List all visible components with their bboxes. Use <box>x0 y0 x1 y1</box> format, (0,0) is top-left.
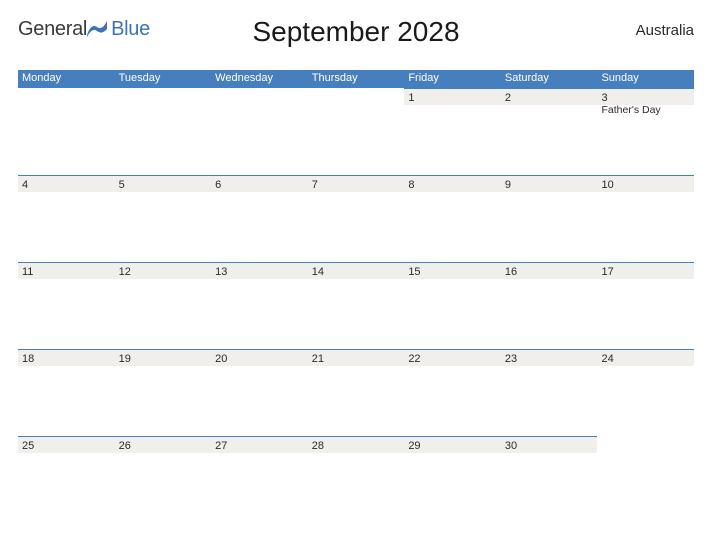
day-event: Father's Day <box>601 105 690 117</box>
day-number: 24 <box>601 353 690 365</box>
day-number: 6 <box>215 179 304 191</box>
calendar-day: 25 <box>18 436 115 523</box>
brand-part2: Blue <box>111 18 150 41</box>
day-number: 30 <box>505 440 594 452</box>
calendar-day: 23 <box>501 349 598 436</box>
day-number: 19 <box>119 353 208 365</box>
calendar-day: 10 <box>597 175 694 262</box>
calendar-day: 4 <box>18 175 115 262</box>
day-number: 25 <box>22 440 111 452</box>
day-number: 9 <box>505 179 594 191</box>
week-row: 456789 10 <box>18 175 694 262</box>
country-label: Australia <box>636 22 694 39</box>
calendar-day <box>211 88 308 175</box>
day-number: 17 <box>601 266 690 278</box>
day-number: 11 <box>22 266 111 278</box>
week-row: 11 12 13 14 15 16 17 <box>18 262 694 349</box>
calendar-day <box>597 436 694 523</box>
brand-part1: General <box>18 18 87 41</box>
calendar-day: 29 <box>404 436 501 523</box>
week-row: 123Father's Day <box>18 88 694 175</box>
calendar-day: 1 <box>404 88 501 175</box>
calendar-day: 24 <box>597 349 694 436</box>
calendar-day: 27 <box>211 436 308 523</box>
calendar-day: 14 <box>308 262 405 349</box>
day-number: 8 <box>408 179 497 191</box>
calendar-day: 5 <box>115 175 212 262</box>
day-number: 1 <box>408 92 497 104</box>
day-number: 3 <box>601 92 690 104</box>
calendar-day: 17 <box>597 262 694 349</box>
calendar-day: 28 <box>308 436 405 523</box>
calendar-day <box>308 88 405 175</box>
calendar-day: 13 <box>211 262 308 349</box>
day-number: 20 <box>215 353 304 365</box>
weekday-header: Wednesday <box>211 70 308 88</box>
calendar-day: 15 <box>404 262 501 349</box>
day-number: 13 <box>215 266 304 278</box>
calendar-day: 12 <box>115 262 212 349</box>
day-number: 18 <box>22 353 111 365</box>
day-number: 15 <box>408 266 497 278</box>
calendar-day: 6 <box>211 175 308 262</box>
calendar-day: 22 <box>404 349 501 436</box>
day-number: 5 <box>119 179 208 191</box>
weekday-header: Tuesday <box>115 70 212 88</box>
day-number: 22 <box>408 353 497 365</box>
calendar-day: 19 <box>115 349 212 436</box>
brand-wave-icon <box>87 21 107 37</box>
calendar-day <box>18 88 115 175</box>
weekday-header: Friday <box>404 70 501 88</box>
brand-logo: General Blue <box>18 18 150 41</box>
calendar-day: 2 <box>501 88 598 175</box>
calendar-day <box>115 88 212 175</box>
day-number: 16 <box>505 266 594 278</box>
day-number: 27 <box>215 440 304 452</box>
calendar-day: 3Father's Day <box>597 88 694 175</box>
day-number: 2 <box>505 92 594 104</box>
calendar-day: 21 <box>308 349 405 436</box>
calendar-day: 7 <box>308 175 405 262</box>
calendar-day: 30 <box>501 436 598 523</box>
calendar-day: 26 <box>115 436 212 523</box>
calendar: Monday Tuesday Wednesday Thursday Friday… <box>18 70 694 523</box>
day-number: 26 <box>119 440 208 452</box>
calendar-day: 8 <box>404 175 501 262</box>
day-number: 7 <box>312 179 401 191</box>
calendar-day: 9 <box>501 175 598 262</box>
day-number: 4 <box>22 179 111 191</box>
day-number: 21 <box>312 353 401 365</box>
calendar-day: 20 <box>211 349 308 436</box>
day-number: 29 <box>408 440 497 452</box>
weekday-header: Sunday <box>597 70 694 88</box>
weekday-header-row: Monday Tuesday Wednesday Thursday Friday… <box>18 70 694 88</box>
day-number: 10 <box>601 179 690 191</box>
week-row: 18 19 20 21 22 23 24 <box>18 349 694 436</box>
weekday-header: Thursday <box>308 70 405 88</box>
weeks-container: 123Father's Day4567891011121314151617181… <box>18 88 694 523</box>
day-number: 28 <box>312 440 401 452</box>
weekday-header: Monday <box>18 70 115 88</box>
calendar-day: 16 <box>501 262 598 349</box>
weekday-header: Saturday <box>501 70 598 88</box>
day-number: 23 <box>505 353 594 365</box>
calendar-day: 18 <box>18 349 115 436</box>
header: General Blue September 2028 Australia <box>18 12 694 64</box>
calendar-day: 11 <box>18 262 115 349</box>
day-number: 14 <box>312 266 401 278</box>
day-number: 12 <box>119 266 208 278</box>
page-title: September 2028 <box>252 16 459 48</box>
week-row: 25 26 27 28 29 30 <box>18 436 694 523</box>
